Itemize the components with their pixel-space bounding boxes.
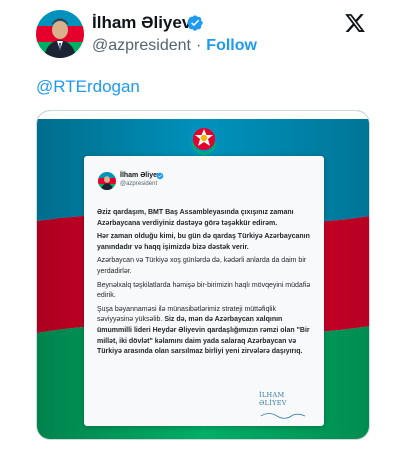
card-message-body: Əziz qardaşım, BMT Baş Assambleyasında ç… (97, 208, 313, 361)
card-verified-badge-icon (156, 172, 164, 179)
author-name[interactable]: İlham Əliyev (92, 13, 191, 33)
follow-button[interactable]: Follow (206, 37, 257, 54)
signature-text: İLHAM ƏLİYEV (259, 391, 287, 407)
author-handle[interactable]: @azpresident (92, 37, 191, 54)
card-paragraph: Beynəlxalq təşkilatlarda həmişə bir-biri… (97, 281, 311, 300)
card-paragraph: Azərbaycan və Türkiyə xoş günlərdə də, k… (97, 257, 307, 275)
card-author-avatar (98, 172, 116, 190)
card-paragraph: Hər zaman olduğu kimi, bu gün də qardaş … (97, 233, 310, 251)
tweet-header: İlham Əliyev @azpresident · Follow (0, 0, 406, 70)
mention-link[interactable]: @RTErdogan (36, 77, 140, 97)
x-logo-icon[interactable] (344, 12, 366, 34)
author-avatar[interactable] (36, 10, 84, 58)
separator-dot: · (195, 37, 202, 54)
card-paragraph: Şuşa bəyannaməsi ilə münasibətlərimiz st… (97, 305, 313, 358)
tweet-image[interactable]: İlham Əliyev @azpresident Əziz qardaşım,… (36, 110, 370, 440)
verified-badge-icon (187, 15, 203, 31)
signature-logo: İLHAM ƏLİYEV (259, 391, 307, 419)
signature-flourish-icon (260, 413, 306, 419)
quoted-message-card: İlham Əliyev @azpresident Əziz qardaşım,… (84, 124, 324, 426)
handle-row: @azpresident · Follow (92, 37, 257, 55)
card-paragraph: Əziz qardaşım, BMT Baş Assambleyasında ç… (97, 209, 294, 227)
card-author-name: İlham Əliyev (120, 172, 161, 179)
azerbaijan-emblem-icon (189, 124, 219, 155)
card-author-handle: @azpresident (120, 181, 158, 187)
